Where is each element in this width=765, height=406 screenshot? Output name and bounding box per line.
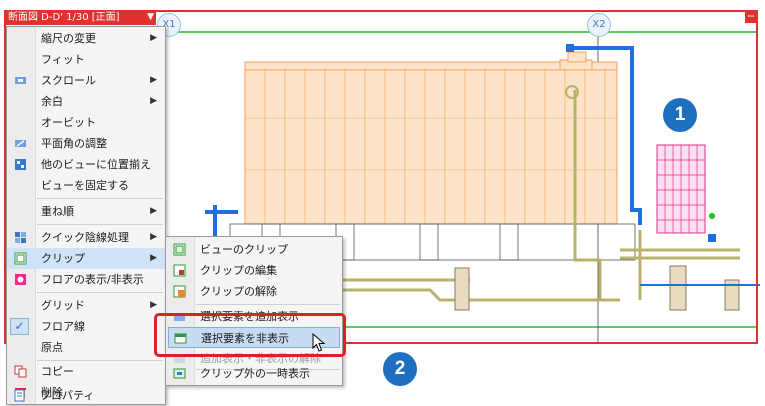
chevron-right-icon: ▶	[150, 232, 157, 242]
menu-item-floor-line[interactable]: ✓ フロア線	[7, 316, 165, 337]
submenu-item-temp-show[interactable]: クリップ外の一時表示	[166, 363, 342, 384]
chevron-right-icon: ▶	[150, 96, 157, 106]
context-menu: 縮尺の変更 ▶ フィット スクロール ▶ 余白 ▶ オービット 平面角の調整 他のビュ…	[6, 26, 166, 405]
menu-item-copy[interactable]: コピー	[7, 361, 165, 382]
angle-icon	[15, 140, 26, 147]
submenu-item-clip-edit[interactable]: クリップの編集	[166, 260, 342, 281]
chevron-right-icon: ▶	[150, 33, 157, 43]
menu-item-z-order[interactable]: 重ね順 ▶	[7, 201, 165, 222]
menu-item-plane-angle[interactable]: 平面角の調整	[7, 133, 165, 154]
chevron-right-icon: ▶	[150, 206, 157, 216]
submenu-item-clip-release[interactable]: クリップの解除	[166, 281, 342, 302]
menu-item-lock-view[interactable]: ビューを固定する	[7, 175, 165, 196]
submenu-item-view-clip[interactable]: ビューのクリップ	[166, 239, 342, 260]
properties-icon	[14, 389, 25, 402]
pin-icon[interactable]: ꟷ	[745, 11, 757, 23]
temp-show-icon	[173, 368, 186, 379]
menu-item-origin[interactable]: 原点	[7, 337, 165, 358]
menu-item-fit[interactable]: フィット	[7, 49, 165, 70]
clip-release-icon	[173, 285, 186, 298]
clip-submenu: ビューのクリップ クリップの編集 クリップの解除 選択要素を追加表示 選択要素を…	[165, 236, 343, 386]
callout-marker-1: 1	[663, 98, 697, 132]
grid-label-x2: X2	[587, 13, 611, 37]
menu-item-floor-toggle[interactable]: フロアの表示/非表示	[7, 269, 165, 290]
view-titlebar[interactable]: 断面図 D-D' 1/30 [正面] ▼	[4, 10, 156, 25]
chevron-right-icon: ▶	[150, 75, 157, 85]
view-title: 断面図 D-D' 1/30 [正面]	[8, 12, 120, 23]
copy-icon	[14, 365, 27, 378]
chevron-right-icon: ▶	[150, 253, 157, 263]
menu-item-scroll[interactable]: スクロール ▶	[7, 70, 165, 91]
scroll-icon	[15, 77, 26, 84]
callout-marker-2: 2	[383, 352, 417, 386]
checkmark-icon: ✓	[10, 318, 29, 335]
menu-item-clip[interactable]: クリップ ▶	[7, 248, 165, 269]
menu-item-margin[interactable]: 余白 ▶	[7, 91, 165, 112]
hidden-line-icon	[15, 232, 26, 243]
clip-edit-icon	[173, 264, 186, 277]
floor-toggle-icon	[15, 274, 26, 285]
menu-item-quick-hidden-line[interactable]: クイック陰線処理 ▶	[7, 227, 165, 248]
chevron-down-icon[interactable]: ▼	[147, 10, 154, 25]
menu-item-grid[interactable]: グリッド ▶	[7, 295, 165, 316]
menu-item-align-views[interactable]: 他のビューに位置揃え	[7, 154, 165, 175]
cad-viewport[interactable]: 断面図 D-D' 1/30 [正面] ▼ ꟷ X1 X2 1 2 縮尺の変更 ▶ …	[0, 0, 765, 405]
align-views-icon	[15, 159, 26, 170]
menu-item-scale[interactable]: 縮尺の変更 ▶	[7, 28, 165, 49]
mouse-cursor-icon	[312, 333, 326, 352]
view-clip-icon	[173, 243, 186, 256]
menu-item-orbit[interactable]: オービット	[7, 112, 165, 133]
clip-icon	[14, 252, 27, 265]
